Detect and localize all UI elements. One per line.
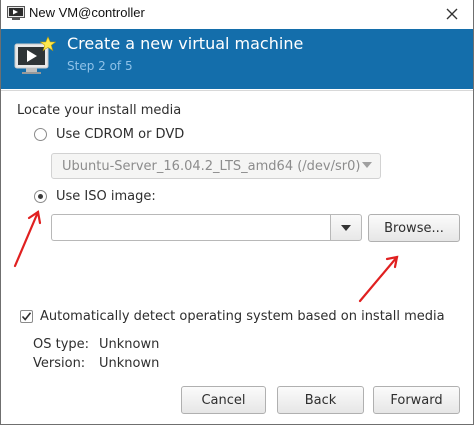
arrow-to-iso-radio	[13, 210, 42, 268]
wizard-step: Step 2 of 5	[67, 59, 133, 73]
virt-manager-icon	[7, 6, 25, 20]
iso-history-dropdown[interactable]	[330, 214, 362, 241]
os-type-label: OS type:	[33, 337, 90, 352]
os-type-value: Unknown	[99, 337, 160, 352]
cdrom-device-select: Ubuntu-Server_16.04.2_LTS_amd64 (/dev/sr…	[51, 153, 381, 179]
iso-path-input[interactable]	[51, 214, 331, 241]
title-bar[interactable]: New VM@controller	[0, 0, 474, 27]
iso-radio[interactable]	[34, 190, 47, 203]
close-icon	[446, 8, 458, 19]
header-divider	[1, 90, 473, 91]
cdrom-device-value: Ubuntu-Server_16.04.2_LTS_amd64 (/dev/sr…	[62, 158, 361, 174]
iso-radio-row[interactable]: Use ISO image:	[34, 189, 156, 204]
forward-button[interactable]: Forward	[373, 386, 460, 414]
window-title: New VM@controller	[29, 5, 145, 20]
browse-button[interactable]: Browse...	[368, 214, 460, 242]
chevron-down-icon	[341, 224, 351, 231]
version-label: Version:	[33, 356, 86, 371]
wizard-title: Create a new virtual machine	[67, 34, 304, 53]
install-media-heading: Locate your install media	[17, 103, 182, 118]
version-value: Unknown	[99, 356, 160, 371]
close-button[interactable]	[430, 0, 474, 27]
back-button[interactable]: Back	[277, 386, 364, 414]
chevron-down-icon	[362, 162, 372, 168]
iso-radio-label[interactable]: Use ISO image:	[56, 189, 156, 204]
auto-detect-label[interactable]: Automatically detect operating system ba…	[40, 309, 445, 324]
auto-detect-checkbox[interactable]	[20, 310, 33, 323]
arrow-to-browse-button	[358, 255, 399, 303]
cdrom-radio-row[interactable]: Use CDROM or DVD	[34, 127, 184, 142]
cancel-button[interactable]: Cancel	[181, 386, 266, 414]
checkmark-icon	[21, 312, 32, 321]
wizard-header: Create a new virtual machine Step 2 of 5	[1, 29, 473, 89]
monitor-new-icon	[14, 36, 56, 74]
cdrom-radio-label[interactable]: Use CDROM or DVD	[56, 127, 184, 142]
new-vm-window: New VM@controller Create a new virtual m…	[0, 0, 474, 426]
cdrom-radio[interactable]	[34, 128, 47, 141]
